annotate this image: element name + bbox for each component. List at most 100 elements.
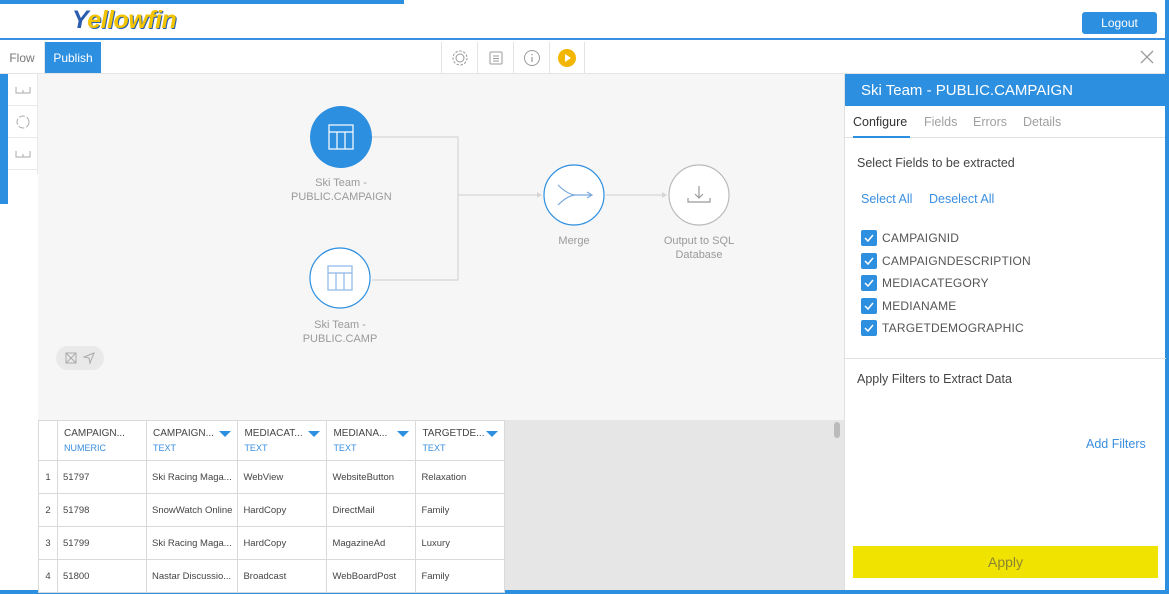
pointer-icon[interactable] [82,351,96,365]
table-cell[interactable]: Family [415,559,506,593]
ruler-icon[interactable] [8,74,38,106]
tab-details[interactable]: Details [1023,115,1061,129]
table-cell[interactable]: Nastar Discussio... [145,559,239,593]
checkbox-checked-icon[interactable] [861,297,877,314]
output-node[interactable] [668,164,730,226]
table-cell[interactable]: Ski Racing Maga... [145,526,239,560]
logout-button[interactable]: Logout [1082,12,1157,34]
column-name: CAMPAIGN... [153,428,214,439]
settings-icon[interactable] [441,42,477,73]
row-number-header [38,420,58,461]
connector-arrow [537,192,542,198]
column-name: MEDIACAT... [244,428,303,439]
column-type: TEXT [333,443,357,453]
select-all-link[interactable]: Select All [861,192,912,206]
left-tool-rail [8,74,38,174]
checkbox-checked-icon[interactable] [861,319,877,336]
field-checkbox-row[interactable]: MEDIACATEGORY [861,274,989,291]
tab-publish[interactable]: Publish [45,42,101,73]
field-checkbox-row[interactable]: MEDIANAME [861,297,956,314]
table-cell[interactable]: 51797 [57,460,147,494]
data-preview-area: CAMPAIGN... NUMERIC CAMPAIGN... TEXT MED… [38,420,844,593]
table-cell[interactable]: Relaxation [415,460,506,494]
table-cell[interactable]: HardCopy [237,493,328,527]
scrollbar[interactable] [834,422,840,438]
tab-fields[interactable]: Fields [924,115,957,129]
top-accent-bar [0,0,404,4]
apply-button[interactable]: Apply [853,546,1158,578]
node-label-campaign: Ski Team - PUBLIC.CAMPAIGN [291,176,392,204]
table-cell[interactable]: Ski Racing Maga... [145,460,239,494]
row-number: 1 [38,460,58,494]
field-label: CAMPAIGNID [882,230,960,245]
table-row: 1 51797 Ski Racing Maga... WebView Websi… [38,460,506,494]
column-header[interactable]: MEDIACAT... TEXT [237,420,328,461]
top-bar: Yellowfin Logout [0,0,1165,40]
dropdown-icon[interactable] [308,430,321,437]
dropdown-icon[interactable] [219,430,232,437]
merge-node[interactable] [543,164,605,226]
table-cell[interactable]: MagazineAd [326,526,417,560]
section-divider [845,358,1166,359]
table-cell[interactable]: HardCopy [237,526,328,560]
table-cell[interactable]: DirectMail [326,493,417,527]
node-label-line: Output to SQL [663,235,735,247]
field-checkbox-row[interactable]: TARGETDEMOGRAPHIC [861,319,1024,336]
dropdown-icon[interactable] [486,430,499,437]
table-cell[interactable]: 51800 [57,559,147,593]
field-checkbox-row[interactable]: CAMPAIGNID [861,229,959,246]
column-header[interactable]: CAMPAIGN... TEXT [145,420,239,461]
tab-errors[interactable]: Errors [973,115,1007,129]
deselect-all-link[interactable]: Deselect All [929,192,994,206]
table-cell[interactable]: WebsiteButton [326,460,417,494]
table-row: 3 51799 Ski Racing Maga... HardCopy Maga… [38,526,506,560]
table-cell[interactable]: Luxury [415,526,506,560]
notes-icon[interactable] [477,42,513,73]
table-cell[interactable]: WebBoardPost [326,559,417,593]
column-type: NUMERIC [64,443,106,453]
tab-flow[interactable]: Flow [0,42,45,73]
column-name: MEDIANA... [333,428,388,439]
table-cell[interactable]: Family [415,493,506,527]
info-icon[interactable] [513,42,549,73]
node-label-line: PUBLIC.CAMP [302,333,378,345]
column-header[interactable]: CAMPAIGN... NUMERIC [57,420,147,461]
table-cell[interactable]: WebView [237,460,328,494]
flow-canvas[interactable]: Ski Team - PUBLIC.CAMPAIGN Ski Team - PU… [38,74,844,420]
connector-arrow [662,192,667,198]
table-cell[interactable]: Broadcast [237,559,328,593]
play-icon[interactable] [549,42,585,73]
table-header-row: CAMPAIGN... NUMERIC CAMPAIGN... TEXT MED… [38,420,506,461]
column-type: TEXT [422,443,446,453]
column-header[interactable]: MEDIANA... TEXT [326,420,417,461]
add-filters-link[interactable]: Add Filters [1086,437,1146,451]
refresh-icon[interactable] [8,106,38,138]
column-name: CAMPAIGN... [64,428,125,439]
connector-line [372,136,459,281]
table-cell[interactable]: 51798 [57,493,147,527]
source-node-campaign[interactable] [310,106,372,168]
checkbox-checked-icon[interactable] [861,274,877,291]
dropdown-icon[interactable] [397,430,410,437]
node-label-output: Output to SQL Database [649,234,749,262]
panel-tabs: Configure Fields Errors Details [845,106,1165,138]
panel-title: Ski Team - PUBLIC.CAMPAIGN [845,74,1165,106]
close-icon[interactable] [1137,47,1157,67]
table-cell[interactable]: SnowWatch Online [145,493,239,527]
node-label-line: Database [675,249,723,261]
source-node-camp[interactable] [309,247,371,309]
left-accent-edge [0,74,8,204]
yellowfin-logo[interactable]: Yellowfin [72,6,177,35]
fit-view-icon[interactable] [64,351,78,365]
field-label: CAMPAIGNDESCRIPTION [882,253,1031,268]
ruler-alt-icon[interactable] [8,138,38,170]
checkbox-checked-icon[interactable] [861,252,877,269]
row-number: 3 [38,526,58,560]
node-label-camp: Ski Team - PUBLIC.CAMP [290,318,390,346]
checkbox-checked-icon[interactable] [861,229,877,246]
column-header[interactable]: TARGETDE... TEXT [415,420,506,461]
field-checkbox-row[interactable]: CAMPAIGNDESCRIPTION [861,252,1031,269]
tab-configure[interactable]: Configure [853,115,907,129]
node-label-line: Ski Team - [314,319,366,331]
table-cell[interactable]: 51799 [57,526,147,560]
